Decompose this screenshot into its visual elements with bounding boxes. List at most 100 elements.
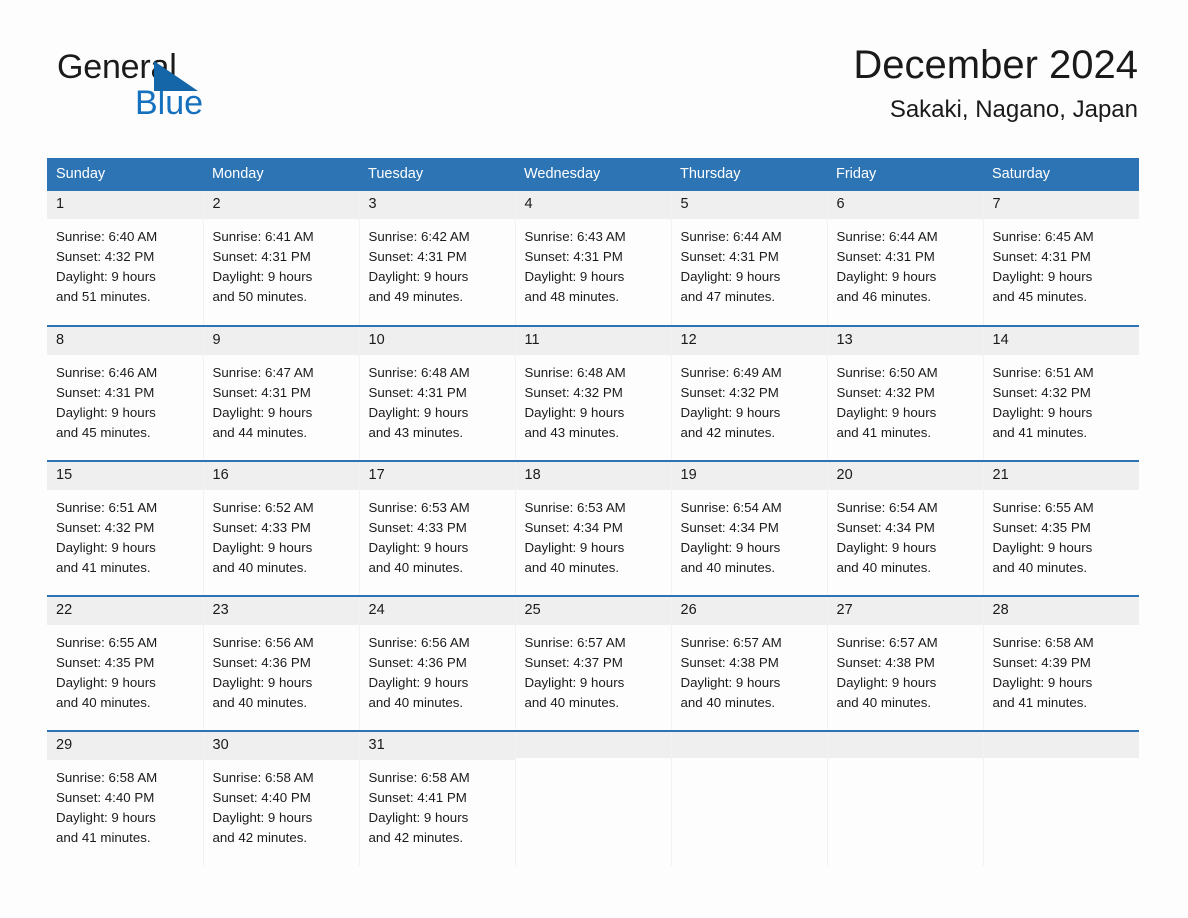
sunrise-time: Sunrise: 6:50 AM [836,364,938,380]
calendar-day-cell[interactable]: 24 Sunrise: 6:56 AM Sunset: 4:36 PM Dayligh… [358,595,515,731]
sunset-time: Sunset: 4:31 PM [212,248,311,264]
daylight-duration-line1: Daylight: 9 hours [368,405,469,421]
calendar-day-cell[interactable]: 14 Sunrise: 6:51 AM Sunset: 4:32 PM Dayligh… [982,325,1139,461]
calendar-day-cell[interactable]: 26 Sunrise: 6:57 AM Sunset: 4:38 PM Dayligh… [670,595,827,731]
sunset-time: Sunset: 4:31 PM [680,248,779,264]
day-number: 29 [47,732,203,760]
page-subtitle: Sakaki, Nagano, Japan [889,96,1138,124]
calendar-day-cell[interactable]: 21 Sunrise: 6:55 AM Sunset: 4:35 PM Dayligh… [982,460,1140,596]
day-number: 24 [359,597,515,625]
daylight-duration-line2: and 41 minutes. [836,425,932,441]
daylight-duration-line2: and 42 minutes. [368,830,464,846]
daylight-duration-line1: Daylight: 9 hours [680,269,781,285]
calendar-day-cell[interactable]: 15 Sunrise: 6:51 AM Sunset: 4:32 PM Dayligh… [47,460,203,596]
weekday-header-thursday: Thursday [671,158,827,191]
calendar-day-cell[interactable]: 31 Sunrise: 6:58 AM Sunset: 4:41 PM Dayligh… [358,730,515,866]
day-details: Sunrise: 6:55 AM Sunset: 4:35 PM Daylight:… [984,490,1140,579]
daylight-duration-line1: Daylight: 9 hours [56,269,156,285]
sunset-time: Sunset: 4:36 PM [368,654,467,670]
sunrise-time: Sunrise: 6:49 AM [680,364,782,380]
day-number: 21 [983,462,1139,490]
sunrise-time: Sunrise: 6:53 AM [368,499,470,515]
calendar-day-cell[interactable]: 11 Sunrise: 6:48 AM Sunset: 4:32 PM Dayligh… [514,325,671,461]
day-details: Sunrise: 6:54 AM Sunset: 4:34 PM Daylight:… [672,490,827,579]
day-details: Sunrise: 6:40 AM Sunset: 4:32 PM Daylight:… [47,219,203,308]
day-details: Sunrise: 6:53 AM Sunset: 4:34 PM Daylight:… [516,490,671,579]
sunrise-time: Sunrise: 6:56 AM [212,634,314,650]
day-details: Sunrise: 6:51 AM Sunset: 4:32 PM Daylight:… [47,490,203,579]
day-number: 11 [515,327,671,355]
sunset-time: Sunset: 4:41 PM [368,789,467,805]
sunrise-time: Sunrise: 6:40 AM [56,228,158,244]
sunrise-time: Sunrise: 6:58 AM [212,769,314,785]
calendar-day-cell[interactable]: 10 Sunrise: 6:48 AM Sunset: 4:31 PM Dayligh… [358,325,515,461]
calendar-day-cell[interactable]: 12 Sunrise: 6:49 AM Sunset: 4:32 PM Dayligh… [670,325,827,461]
calendar-day-cell[interactable]: 28 Sunrise: 6:58 AM Sunset: 4:39 PM Dayligh… [982,595,1139,731]
sunrise-time: Sunrise: 6:55 AM [56,634,158,650]
calendar-day-cell[interactable]: 29 Sunrise: 6:58 AM Sunset: 4:40 PM Dayligh… [47,730,203,866]
calendar-week-row: 15 Sunrise: 6:51 AM Sunset: 4:32 PM Dayligh… [47,460,1140,596]
day-number: 8 [47,327,203,355]
calendar-day-cell[interactable]: 13 Sunrise: 6:50 AM Sunset: 4:32 PM Dayligh… [826,325,983,461]
sunrise-time: Sunrise: 6:57 AM [836,634,938,650]
sunrise-time: Sunrise: 6:57 AM [680,634,782,650]
daylight-duration-line2: and 40 minutes. [524,695,620,711]
daylight-duration-line2: and 41 minutes. [56,560,151,576]
day-details: Sunrise: 6:41 AM Sunset: 4:31 PM Daylight:… [204,219,359,308]
daylight-duration-line2: and 40 minutes. [680,695,776,711]
daylight-duration-line2: and 40 minutes. [56,695,151,711]
calendar-day-cell[interactable]: 23 Sunrise: 6:56 AM Sunset: 4:36 PM Dayligh… [202,595,359,731]
daylight-duration-line1: Daylight: 9 hours [56,810,156,826]
general-blue-logo[interactable]: General Blue [57,50,287,126]
calendar-week-row: 8 Sunrise: 6:46 AM Sunset: 4:31 PM Daylight… [47,325,1139,461]
daylight-duration-line1: Daylight: 9 hours [992,269,1093,285]
calendar-day-cell[interactable]: 6 Sunrise: 6:44 AM Sunset: 4:31 PM Daylight… [826,191,983,326]
sunset-time: Sunset: 4:32 PM [56,519,155,535]
sunrise-time: Sunrise: 6:58 AM [992,634,1094,650]
calendar-day-cell[interactable]: 25 Sunrise: 6:57 AM Sunset: 4:37 PM Dayligh… [514,595,671,731]
day-details: Sunrise: 6:48 AM Sunset: 4:31 PM Daylight:… [360,355,515,444]
sunset-time: Sunset: 4:35 PM [56,654,155,670]
daylight-duration-line2: and 41 minutes. [992,695,1088,711]
daylight-duration-line1: Daylight: 9 hours [368,540,469,556]
daylight-duration-line1: Daylight: 9 hours [368,269,469,285]
calendar-day-cell[interactable]: 22 Sunrise: 6:55 AM Sunset: 4:35 PM Dayligh… [47,595,203,731]
calendar-day-cell[interactable]: 9 Sunrise: 6:47 AM Sunset: 4:31 PM Daylight… [202,325,359,461]
daylight-duration-line1: Daylight: 9 hours [368,675,469,691]
sunset-time: Sunset: 4:31 PM [524,248,623,264]
calendar-day-cell[interactable]: 30 Sunrise: 6:58 AM Sunset: 4:40 PM Dayligh… [202,730,359,866]
day-details: Sunrise: 6:52 AM Sunset: 4:33 PM Daylight:… [204,490,359,579]
calendar-day-cell[interactable]: 1 Sunrise: 6:40 AM Sunset: 4:32 PM Daylight… [47,191,203,326]
calendar-day-cell[interactable]: 18 Sunrise: 6:53 AM Sunset: 4:34 PM Dayligh… [514,460,671,596]
day-number [983,732,1139,758]
daylight-duration-line2: and 40 minutes. [992,560,1088,576]
calendar-day-cell[interactable]: 7 Sunrise: 6:45 AM Sunset: 4:31 PM Daylight… [982,191,1139,326]
day-number [515,732,671,758]
daylight-duration-line2: and 40 minutes. [368,695,464,711]
logo-text-blue: Blue [135,84,204,122]
day-details: Sunrise: 6:48 AM Sunset: 4:32 PM Daylight:… [516,355,671,444]
day-number: 26 [671,597,827,625]
daylight-duration-line1: Daylight: 9 hours [56,675,156,691]
calendar-day-cell[interactable]: 8 Sunrise: 6:46 AM Sunset: 4:31 PM Daylight… [47,325,203,461]
calendar-day-cell[interactable]: 19 Sunrise: 6:54 AM Sunset: 4:34 PM Dayligh… [670,460,827,596]
daylight-duration-line2: and 40 minutes. [368,560,464,576]
daylight-duration-line2: and 43 minutes. [524,425,620,441]
sunset-time: Sunset: 4:32 PM [992,384,1091,400]
calendar-day-cell[interactable]: 16 Sunrise: 6:52 AM Sunset: 4:33 PM Dayligh… [202,460,359,596]
sunrise-time: Sunrise: 6:58 AM [368,769,470,785]
sunset-time: Sunset: 4:36 PM [212,654,311,670]
daylight-duration-line1: Daylight: 9 hours [524,675,625,691]
calendar-day-cell[interactable]: 2 Sunrise: 6:41 AM Sunset: 4:31 PM Daylight… [202,191,359,326]
calendar-day-cell[interactable]: 3 Sunrise: 6:42 AM Sunset: 4:31 PM Daylight… [358,191,515,326]
calendar-day-cell[interactable]: 20 Sunrise: 6:54 AM Sunset: 4:34 PM Dayligh… [826,460,983,596]
calendar-day-cell[interactable]: 5 Sunrise: 6:44 AM Sunset: 4:31 PM Daylight… [670,191,827,326]
sunset-time: Sunset: 4:31 PM [992,248,1091,264]
sunrise-time: Sunrise: 6:56 AM [368,634,470,650]
daylight-duration-line1: Daylight: 9 hours [212,540,313,556]
calendar-day-cell[interactable]: 27 Sunrise: 6:57 AM Sunset: 4:38 PM Dayligh… [826,595,983,731]
calendar-day-cell[interactable]: 4 Sunrise: 6:43 AM Sunset: 4:31 PM Daylight… [514,191,671,326]
calendar-day-cell[interactable]: 17 Sunrise: 6:53 AM Sunset: 4:33 PM Dayligh… [358,460,515,596]
day-number: 1 [47,191,203,219]
day-number: 22 [47,597,203,625]
